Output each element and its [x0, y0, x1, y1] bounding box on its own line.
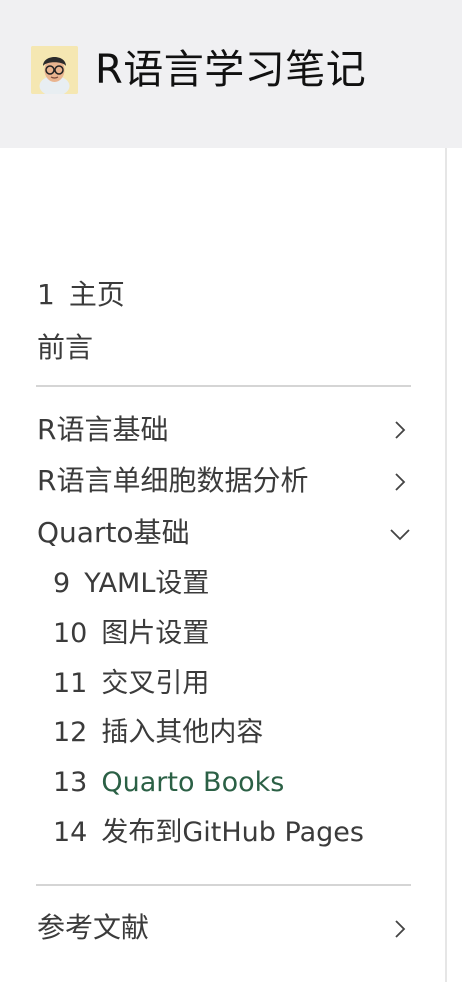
sidebar-item-label: YAML设置	[84, 568, 210, 599]
sidebar-section-r-basics[interactable]: R语言基础	[37, 410, 168, 450]
sidebar-section-label: R语言单细胞数据分析	[37, 464, 309, 497]
sidebar-section-references[interactable]: 参考文献	[37, 908, 149, 948]
chevron-down-icon[interactable]	[386, 520, 414, 548]
item-number: 12	[53, 717, 88, 748]
sidebar-item-yaml[interactable]: 9 YAML设置	[53, 564, 209, 604]
item-number: 14	[53, 817, 88, 848]
sidebar-item-crossref[interactable]: 11 交叉引用	[53, 664, 209, 704]
sidebar-section-label: Quarto基础	[37, 516, 190, 549]
item-number: 13	[53, 767, 88, 798]
divider	[36, 385, 411, 387]
item-number: 11	[53, 668, 88, 699]
sidebar-item-label: 插入其他内容	[101, 717, 264, 748]
sidebar-item-label: 主页	[68, 278, 125, 311]
sidebar-item-label: 发布到GitHub Pages	[101, 817, 364, 848]
item-number: 1	[37, 278, 55, 311]
sidebar-section-label: R语言基础	[37, 413, 169, 446]
sidebar-nav: 1 主页 前言 R语言基础 R语言单细胞数据分析 Quarto基础 9 YAML设置…	[0, 0, 446, 982]
chevron-right-icon[interactable]	[386, 915, 414, 943]
item-number: 10	[53, 618, 88, 649]
item-number: 9	[53, 568, 71, 599]
chevron-right-icon[interactable]	[386, 416, 414, 444]
sidebar-section-r-single-cell[interactable]: R语言单细胞数据分析	[37, 461, 308, 501]
sidebar-item-figures[interactable]: 10 图片设置	[53, 614, 209, 654]
sidebar-item-preface[interactable]: 前言	[37, 328, 93, 368]
sidebar-item-home[interactable]: 1 主页	[37, 275, 125, 315]
sidebar-item-label-active: Quarto Books	[101, 767, 285, 798]
sidebar-section-quarto-basics[interactable]: Quarto基础	[37, 513, 190, 553]
sidebar-item-github-pages[interactable]: 14 发布到GitHub Pages	[53, 813, 364, 853]
sidebar-item-label: 图片设置	[101, 618, 210, 649]
sidebar-item-label: 前言	[37, 331, 94, 364]
sidebar-item-quarto-books[interactable]: 13 Quarto Books	[53, 763, 284, 803]
divider	[36, 884, 411, 886]
sidebar-item-label: 交叉引用	[101, 668, 210, 699]
chevron-right-icon[interactable]	[386, 468, 414, 496]
sidebar-section-label: 参考文献	[37, 911, 150, 944]
sidebar-item-insert-content[interactable]: 12 插入其他内容	[53, 713, 263, 753]
